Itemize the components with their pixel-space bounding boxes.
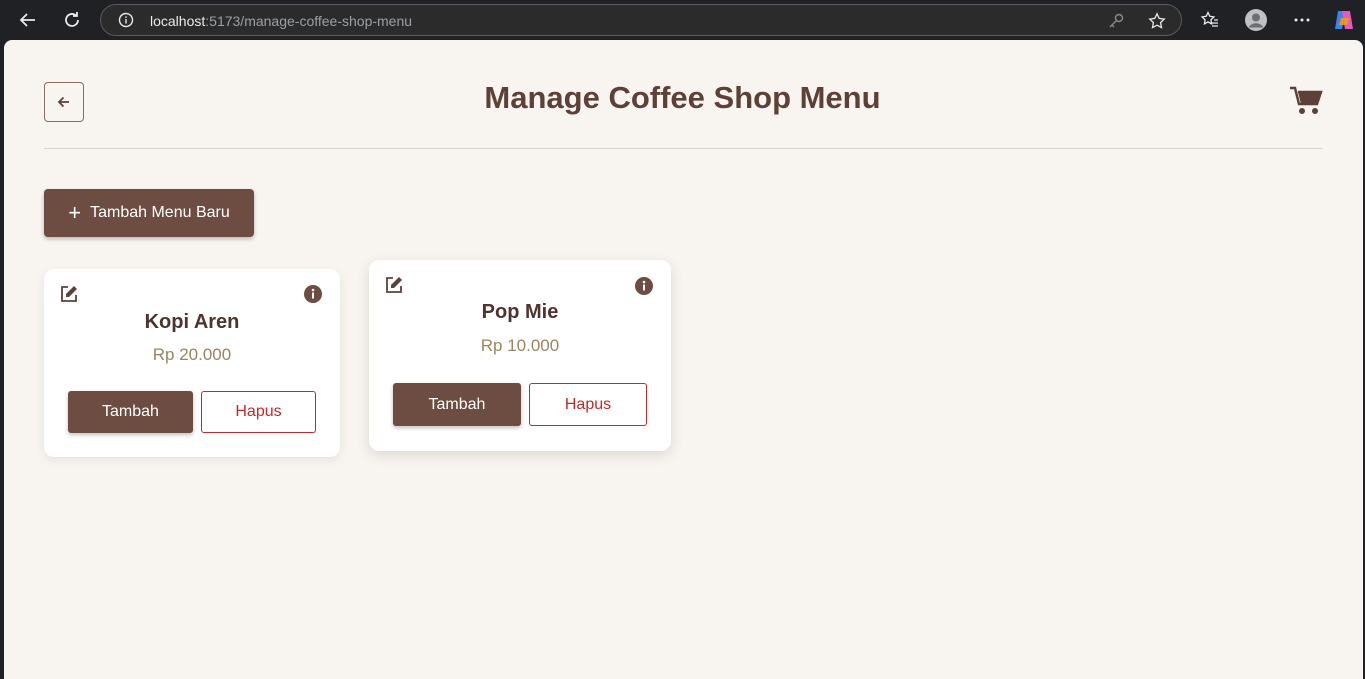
- browser-back-icon[interactable]: [14, 6, 42, 34]
- menu-item-name: Pop Mie: [481, 301, 559, 323]
- edit-icon[interactable]: [384, 275, 404, 295]
- address-bar[interactable]: localhost:5173/manage-coffee-shop-menu: [100, 4, 1182, 36]
- url-host: localhost: [150, 13, 206, 29]
- favorites-icon[interactable]: [1198, 8, 1222, 32]
- delete-button[interactable]: Hapus: [529, 383, 647, 426]
- favorite-star-icon[interactable]: [1148, 12, 1166, 30]
- menu-item-price: Rp 20.000: [152, 345, 232, 364]
- add-to-cart-button[interactable]: Tambah: [393, 383, 521, 426]
- cart-icon[interactable]: [1289, 85, 1323, 115]
- reload-icon[interactable]: [58, 6, 86, 34]
- add-new-menu-label: Tambah Menu Baru: [90, 204, 230, 221]
- menu-item-price: Rp 10.000: [480, 336, 560, 355]
- browser-toolbar: localhost:5173/manage-coffee-shop-menu: [0, 0, 1365, 40]
- more-menu-icon[interactable]: [1290, 8, 1314, 32]
- page-title: Manage Coffee Shop Menu: [484, 80, 881, 115]
- add-to-cart-button[interactable]: Tambah: [68, 391, 193, 433]
- plus-icon: +: [68, 200, 82, 225]
- copilot-icon[interactable]: [1332, 8, 1356, 32]
- page-content: Manage Coffee Shop Menu + Tambah Menu Ba…: [4, 40, 1363, 679]
- menu-item-name: Kopi Aren: [144, 311, 240, 333]
- url-path: :5173/manage-coffee-shop-menu: [205, 13, 413, 29]
- delete-button[interactable]: Hapus: [201, 391, 316, 433]
- menu-card-kopi-aren: Kopi Aren Rp 20.000 Tambah Hapus: [44, 269, 340, 457]
- info-icon[interactable]: [303, 284, 323, 304]
- edit-icon[interactable]: [59, 284, 79, 304]
- add-new-menu-button[interactable]: + Tambah Menu Baru: [44, 189, 254, 237]
- profile-avatar-icon[interactable]: [1244, 8, 1268, 32]
- info-icon[interactable]: [634, 276, 654, 296]
- key-icon[interactable]: [1107, 12, 1125, 30]
- header-divider: [44, 148, 1323, 149]
- menu-card-pop-mie: Pop Mie Rp 10.000 Tambah Hapus: [369, 260, 671, 451]
- url-text: localhost:5173/manage-coffee-shop-menu: [150, 13, 412, 29]
- site-info-icon[interactable]: [118, 12, 134, 28]
